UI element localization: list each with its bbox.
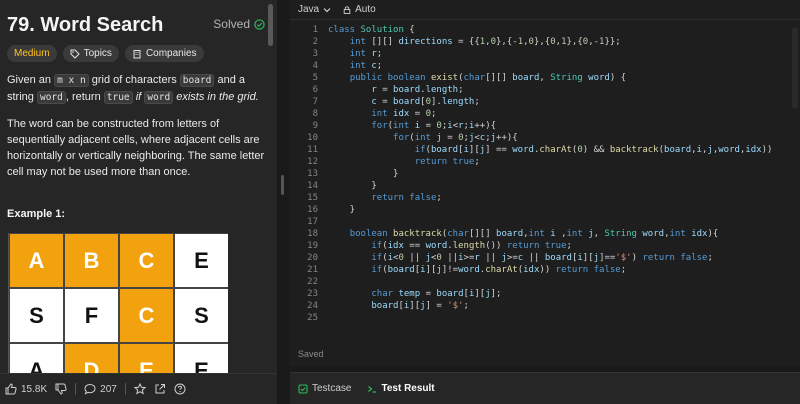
testcase-label: Testcase: [312, 383, 352, 394]
companies-tag[interactable]: Companies: [124, 45, 204, 62]
code-line: 24 board[i][j] = '$';: [307, 301, 469, 311]
description-scrollbar[interactable]: [268, 4, 273, 46]
board-cell: B: [64, 233, 119, 288]
code-line: 8 int idx = 0;: [312, 109, 437, 119]
code-line: 4 int c;: [312, 61, 383, 71]
question-icon: [174, 383, 186, 395]
building-icon: [133, 49, 141, 58]
code-line: 13 }: [307, 169, 399, 179]
code-line: 22: [307, 277, 318, 287]
leetcode-workspace: 79. Word Search Solved Medium Topics Com…: [0, 0, 800, 404]
terminal-icon: [368, 385, 377, 393]
save-status: Saved: [298, 349, 324, 359]
share-icon: [155, 384, 165, 394]
code-line: 14 }: [307, 181, 377, 191]
problem-header: 79. Word Search Solved: [7, 12, 269, 38]
auto-mode-label: Auto: [355, 4, 376, 15]
code-line: 1 class Solution {: [312, 25, 415, 35]
code-line: 11 if(board[i][j] == word.charAt(0) && b…: [307, 145, 773, 155]
code-line: 7 c = board[0].length;: [312, 97, 480, 107]
comment-count: 207: [100, 383, 117, 395]
divider: [124, 383, 126, 395]
code-line: 20 if(i<0 || j<0 ||i>=r || j>=c || board…: [307, 253, 713, 263]
comment-icon: [84, 383, 96, 395]
code-line: 9 for(int i = 0;i<r;i++){: [312, 121, 497, 131]
example-board: ABCESFCSADEE: [8, 233, 228, 393]
tag-row: Medium Topics Companies: [7, 45, 204, 62]
code-line: 19 if(idx == word.length()) return true;: [307, 241, 572, 251]
thumbs-up-icon: [5, 383, 17, 395]
dislike-button[interactable]: [55, 383, 67, 395]
code-line: 25: [307, 313, 318, 323]
code-line: 23 char temp = board[i][j];: [307, 289, 502, 299]
board-cell: S: [9, 288, 64, 343]
language-select[interactable]: Java: [298, 4, 331, 15]
resize-handle[interactable]: [281, 175, 284, 195]
code-editor: Java Auto 1 class Solution { 2 int [][] d…: [290, 0, 800, 366]
checkbox-icon: [298, 383, 308, 394]
board-cell: A: [9, 233, 64, 288]
solved-label: Solved: [213, 17, 250, 31]
difficulty-badge[interactable]: Medium: [7, 45, 57, 62]
chevron-down-icon: [323, 7, 331, 12]
like-count: 15.8K: [21, 383, 48, 395]
code-line: 21 if(board[i][j]!=word.charAt(idx)) ret…: [307, 265, 627, 275]
problem-title: 79. Word Search: [7, 14, 164, 36]
board-cell: C: [119, 233, 174, 288]
code-area[interactable]: 1 class Solution { 2 int [][] directions …: [290, 24, 800, 324]
code-line: 15 return false;: [307, 193, 442, 203]
problem-actions-bar: 15.8K 207: [0, 373, 277, 404]
board-cell: S: [174, 288, 228, 343]
problem-description: Given an m x n grid of characters board …: [7, 72, 269, 190]
code-line: 18 boolean backtrack(char[][] board,int …: [307, 229, 719, 239]
code-line: 10 for(int j = 0;j<c;j++){: [307, 133, 518, 143]
code-line: 2 int [][] directions = {{1,0},{-1,0},{0…: [312, 37, 621, 47]
board-cell: C: [119, 288, 174, 343]
help-button[interactable]: [174, 383, 186, 395]
example-title: Example 1:: [7, 208, 66, 220]
problem-panel: 79. Word Search Solved Medium Topics Com…: [0, 0, 277, 404]
board-cell: E: [174, 233, 228, 288]
like-button[interactable]: 15.8K: [5, 383, 47, 395]
star-icon: [133, 383, 146, 395]
topics-tag[interactable]: Topics: [62, 45, 119, 62]
language-label: Java: [298, 4, 320, 15]
panel-resize-divider[interactable]: [277, 0, 288, 404]
console-tabs: Testcase Test Result: [290, 372, 800, 404]
favorite-button[interactable]: [133, 383, 146, 395]
topics-label: Topics: [83, 48, 112, 59]
solved-status: Solved: [213, 17, 265, 31]
description-paragraph-1: Given an m x n grid of characters board …: [7, 74, 259, 104]
share-button[interactable]: [154, 383, 166, 395]
auto-mode-toggle[interactable]: Auto: [343, 4, 376, 15]
tab-testcase[interactable]: Testcase: [298, 383, 351, 394]
tag-icon: [70, 49, 80, 59]
code-line: 16 }: [307, 205, 356, 215]
description-paragraph-2: The word can be constructed from letters…: [7, 118, 265, 178]
thumbs-down-icon: [55, 383, 67, 395]
tab-test-result[interactable]: Test Result: [367, 383, 435, 394]
companies-label: Companies: [145, 48, 197, 59]
check-circle-icon: [254, 18, 265, 30]
code-line: 6 r = board.length;: [312, 85, 464, 95]
editor-scrollbar[interactable]: [792, 28, 798, 108]
code-line: 5 public boolean exist(char[][] board, S…: [312, 73, 627, 83]
code-line: 17: [307, 217, 318, 227]
code-line: 3 int r;: [312, 49, 383, 59]
divider: [75, 383, 77, 395]
board-cell: F: [64, 288, 119, 343]
editor-toolbar: Java Auto: [290, 0, 800, 20]
lock-icon: [343, 5, 351, 14]
code-line: 12 return true;: [307, 157, 480, 167]
test-result-label: Test Result: [381, 383, 435, 394]
comments-button[interactable]: 207: [84, 383, 117, 395]
